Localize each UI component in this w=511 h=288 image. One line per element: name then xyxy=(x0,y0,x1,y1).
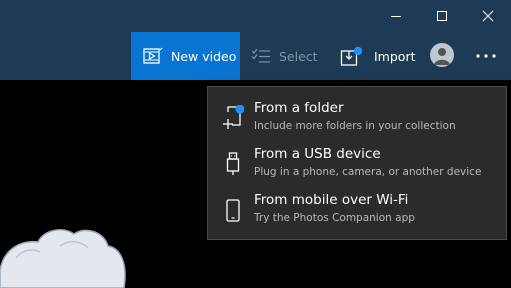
new-video-button[interactable]: New video xyxy=(131,32,240,80)
select-button[interactable]: Select xyxy=(251,32,321,80)
more-options-button[interactable] xyxy=(466,32,506,80)
menu-item-from-mobile-wifi[interactable]: From mobile over Wi-Fi Try the Photos Co… xyxy=(208,185,506,231)
import-button[interactable]: Import xyxy=(340,32,418,80)
account-avatar[interactable] xyxy=(430,43,454,67)
menu-item-from-usb[interactable]: From a USB device Plug in a phone, camer… xyxy=(208,139,506,185)
user-icon xyxy=(434,48,450,65)
minimize-icon xyxy=(391,16,401,17)
import-icon xyxy=(340,46,362,66)
import-label: Import xyxy=(374,48,416,64)
menu-item-title: From a USB device xyxy=(254,146,381,162)
menu-item-subtitle: Try the Photos Companion app xyxy=(254,212,415,224)
close-icon xyxy=(482,10,494,22)
phone-icon xyxy=(226,199,240,222)
select-checklist-icon xyxy=(251,48,271,64)
video-editor-icon xyxy=(143,47,163,65)
menu-item-subtitle: Include more folders in your collection xyxy=(254,120,456,132)
menu-item-subtitle: Plug in a phone, camera, or another devi… xyxy=(254,166,482,178)
menu-item-title: From a folder xyxy=(254,100,344,116)
close-button[interactable] xyxy=(465,0,511,32)
more-dots-icon xyxy=(476,54,496,58)
select-label: Select xyxy=(279,48,318,64)
minimize-button[interactable] xyxy=(373,0,419,32)
add-folder-icon xyxy=(223,105,244,129)
new-video-label: New video xyxy=(171,48,237,64)
usb-icon xyxy=(226,152,240,175)
import-menu: From a folder Include more folders in yo… xyxy=(207,86,507,240)
menu-item-from-folder[interactable]: From a folder Include more folders in yo… xyxy=(208,93,506,139)
command-bar: New video Select Import xyxy=(0,32,511,80)
maximize-icon xyxy=(437,11,447,21)
maximize-button[interactable] xyxy=(419,0,465,32)
title-bar xyxy=(0,0,511,32)
menu-item-title: From mobile over Wi-Fi xyxy=(254,192,409,208)
